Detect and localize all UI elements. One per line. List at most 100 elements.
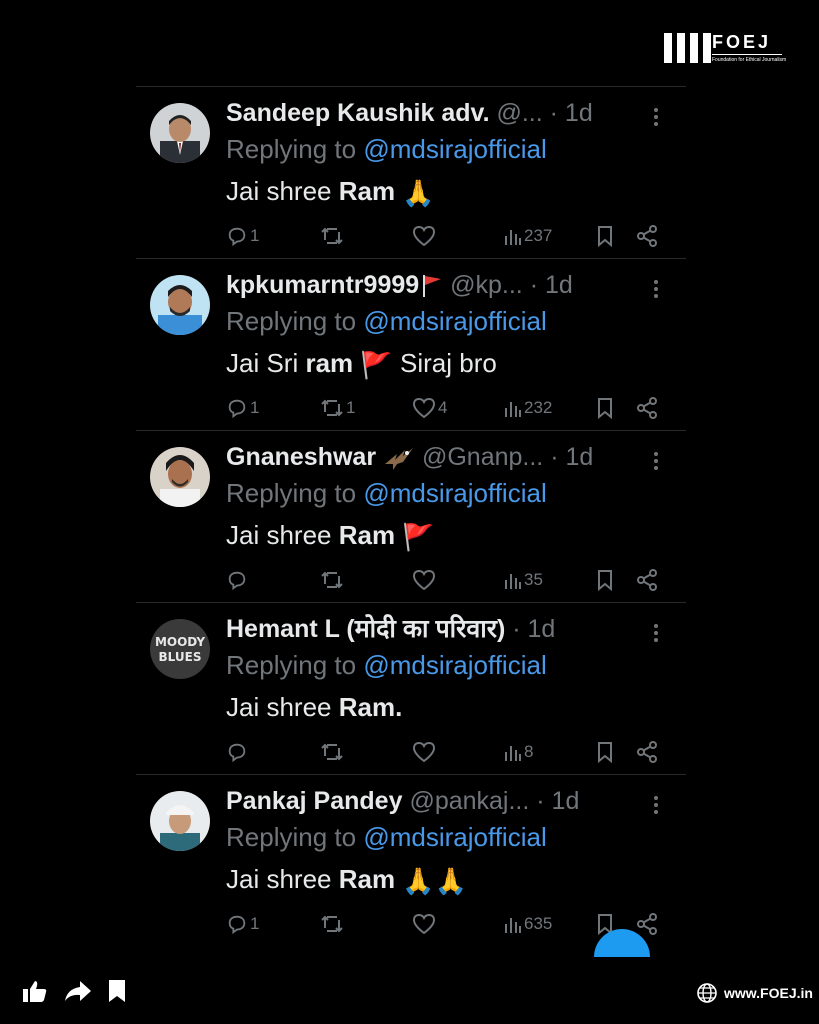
bookmark-button[interactable] — [596, 737, 614, 767]
avatar-text-blues: BLUES — [159, 650, 202, 664]
reply-button[interactable]: 1 — [226, 221, 259, 251]
author-name[interactable]: Hemant L (मोदी का परिवार) — [226, 615, 505, 643]
author-name[interactable]: kpkumarntr9999 — [226, 271, 419, 299]
reply-count: 1 — [250, 226, 260, 245]
like-button[interactable] — [412, 565, 438, 595]
bookmark-button[interactable] — [596, 393, 614, 423]
mention-link[interactable]: @mdsirajofficial — [363, 650, 546, 680]
views-button[interactable]: 8 — [504, 737, 533, 767]
thumbs-up-icon[interactable] — [22, 978, 48, 1004]
globe-icon — [697, 983, 717, 1003]
view-count: 635 — [524, 914, 553, 933]
retweet-count: 1 — [346, 398, 356, 417]
save-bookmark-icon[interactable] — [108, 979, 126, 1003]
author-handle[interactable]: @Gnanp... — [422, 443, 543, 471]
reply-tweet[interactable]: Gnaneshwar @Gnanp... · 1d Replying to @m… — [136, 431, 686, 603]
author-handle[interactable]: @kp... — [450, 271, 523, 299]
more-icon[interactable] — [646, 621, 666, 645]
tweet-text: Jai shree Ram 🙏 — [226, 173, 435, 211]
more-icon[interactable] — [646, 449, 666, 473]
mention-link[interactable]: @mdsirajofficial — [363, 822, 546, 852]
website-url[interactable]: www.FOEJ.in — [724, 985, 813, 1001]
views-button[interactable]: 237 — [504, 221, 552, 251]
reply-button[interactable] — [226, 565, 250, 595]
avatar[interactable] — [150, 103, 210, 163]
like-button[interactable]: 4 — [412, 393, 447, 423]
retweet-icon — [321, 743, 343, 761]
more-icon[interactable] — [646, 793, 666, 817]
replying-to: Replying to @mdsirajofficial — [226, 650, 547, 680]
author-name[interactable]: Pankaj Pandey — [226, 787, 402, 815]
post-actions — [22, 978, 126, 1004]
timestamp[interactable]: · 1d — [530, 271, 573, 299]
timestamp[interactable]: · 1d — [550, 99, 593, 127]
mention-link[interactable]: @mdsirajofficial — [363, 306, 546, 336]
retweet-button[interactable] — [320, 565, 346, 595]
retweet-button[interactable] — [320, 909, 346, 939]
reply-button[interactable]: 1 — [226, 909, 259, 939]
tweet-text: Jai shree Ram 🚩 — [226, 517, 435, 555]
emoji: 🙏🙏 — [402, 866, 468, 897]
author-handle[interactable]: @... — [496, 99, 542, 127]
views-icon — [505, 230, 521, 245]
mention-link[interactable]: @mdsirajofficial — [363, 478, 546, 508]
reply-icon — [228, 227, 246, 247]
reply-tweet[interactable]: MOODY BLUES Hemant L (मोदी का परिवार) · 1… — [136, 603, 686, 775]
share-icon — [637, 225, 657, 247]
brand-name: FOEJ — [712, 32, 772, 52]
timestamp[interactable]: · 1d — [512, 615, 555, 643]
views-button[interactable]: 35 — [504, 565, 543, 595]
bookmark-button[interactable] — [596, 221, 614, 251]
reply-tweet[interactable]: Pankaj Pandey @pankaj... · 1d Replying t… — [136, 775, 686, 946]
heart-icon — [412, 569, 436, 591]
bookmark-button[interactable] — [596, 565, 614, 595]
views-button[interactable]: 232 — [504, 393, 552, 423]
timestamp[interactable]: · 1d — [536, 787, 579, 815]
reply-button[interactable]: 1 — [226, 393, 259, 423]
retweet-icon — [321, 571, 343, 589]
emoji: 🚩 — [360, 350, 393, 381]
reply-feed: Sandeep Kaushik adv. @... · 1d Replying … — [136, 86, 686, 946]
retweet-button[interactable] — [320, 737, 346, 767]
heart-icon — [412, 913, 436, 935]
reply-count: 1 — [250, 914, 260, 933]
mention-link[interactable]: @mdsirajofficial — [363, 134, 546, 164]
tweet-actions: 8 — [226, 737, 666, 767]
share-button[interactable] — [636, 737, 658, 767]
reply-tweet[interactable]: Sandeep Kaushik adv. @... · 1d Replying … — [136, 87, 686, 259]
reply-button[interactable] — [226, 737, 250, 767]
avatar[interactable] — [150, 275, 210, 335]
replying-to: Replying to @mdsirajofficial — [226, 478, 547, 508]
like-button[interactable] — [412, 737, 438, 767]
avatar-text-moody: MOODY — [155, 635, 205, 649]
website-footer[interactable]: www.FOEJ.in — [696, 982, 813, 1004]
reply-tweet[interactable]: kpkumarntr9999 @kp... · 1d Replying to @… — [136, 259, 686, 431]
share-button[interactable] — [636, 565, 658, 595]
retweet-icon — [321, 399, 343, 417]
reply-icon — [228, 743, 246, 763]
tweet-text: Jai shree Ram. — [226, 692, 403, 722]
retweet-button[interactable]: 1 — [320, 393, 355, 423]
like-button[interactable] — [412, 909, 438, 939]
share-button[interactable] — [636, 393, 658, 423]
replying-to: Replying to @mdsirajofficial — [226, 306, 547, 336]
share-button[interactable] — [636, 221, 658, 251]
reply-icon — [228, 915, 246, 935]
views-button[interactable]: 635 — [504, 909, 552, 939]
more-icon[interactable] — [646, 277, 666, 301]
like-button[interactable] — [412, 221, 438, 251]
author-name[interactable]: Gnaneshwar — [226, 443, 376, 471]
heart-icon — [412, 225, 436, 247]
retweet-button[interactable] — [320, 221, 346, 251]
bookmark-icon — [598, 570, 612, 591]
eagle-icon — [385, 448, 414, 471]
timestamp[interactable]: · 1d — [550, 443, 593, 471]
author-name[interactable]: Sandeep Kaushik adv. — [226, 99, 490, 127]
avatar[interactable] — [150, 447, 210, 507]
author-handle[interactable]: @pankaj... — [409, 787, 529, 815]
share-arrow-icon[interactable] — [64, 979, 92, 1003]
more-icon[interactable] — [646, 105, 666, 129]
avatar[interactable]: MOODY BLUES — [150, 619, 210, 679]
avatar[interactable] — [150, 791, 210, 851]
heart-icon — [412, 741, 436, 763]
